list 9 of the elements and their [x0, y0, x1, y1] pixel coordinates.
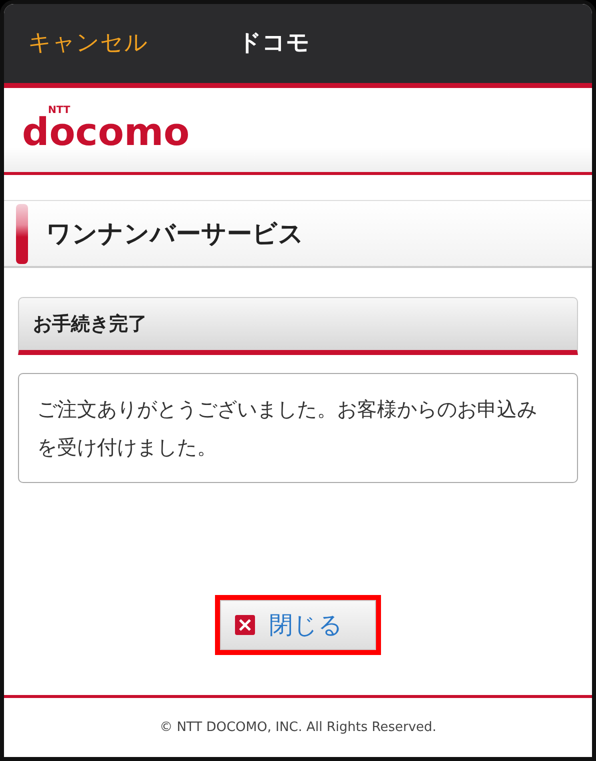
close-icon [235, 615, 255, 635]
copyright-text: © NTT DOCOMO, INC. All Rights Reserved. [160, 718, 436, 737]
cancel-link[interactable]: キャンセル [28, 26, 238, 61]
page-heading: ワンナンバーサービス [46, 218, 304, 250]
panel-heading: お手続き完了 [18, 297, 578, 355]
bar-title: ドコモ [238, 29, 310, 58]
close-button[interactable]: 閉じる [220, 600, 376, 650]
accent-icon [16, 204, 28, 264]
message-box: ご注文ありがとうございました。お客様からのお申込みを受け付けました。 [18, 373, 578, 483]
